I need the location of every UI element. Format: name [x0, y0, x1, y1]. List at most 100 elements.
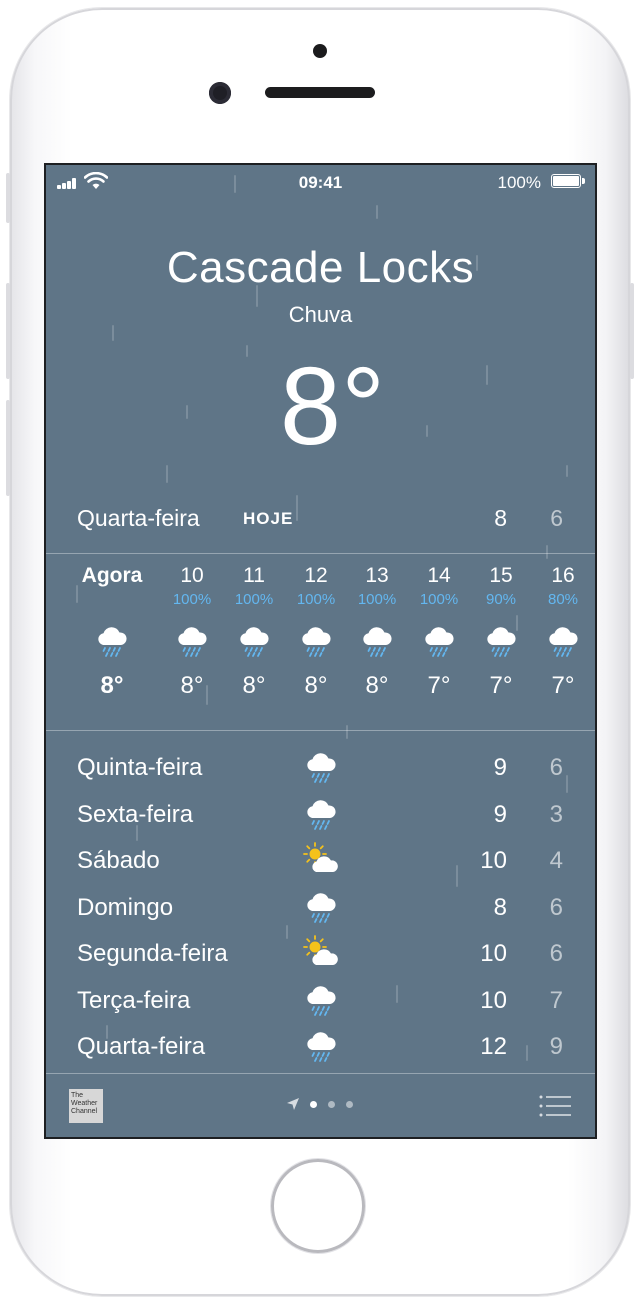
- daily-row: Sexta-feira 9 3: [46, 794, 595, 841]
- current-condition: Chuva: [288, 302, 353, 327]
- hour-temperature: 8°: [304, 672, 328, 699]
- hourly-item: 16 80% 7°: [532, 563, 594, 701]
- day-high: 10: [480, 986, 507, 1014]
- location-arrow-icon: [287, 1098, 299, 1110]
- day-low: 4: [549, 847, 563, 874]
- current-temperature: 8°: [279, 345, 386, 468]
- day-low: 6: [549, 893, 563, 921]
- rain-cloud-icon: [532, 619, 594, 663]
- partly-sunny-icon: [303, 842, 339, 878]
- today-high: 8: [494, 505, 507, 531]
- bottom-toolbar: The Weather Channel: [46, 1074, 595, 1137]
- front-camera: [209, 82, 231, 104]
- hour-temperature: 8°: [242, 672, 266, 699]
- day-name: Quarta-feira: [77, 1033, 206, 1060]
- hour-label: 16: [551, 564, 575, 587]
- hour-temperature: 8°: [100, 672, 124, 699]
- city-name: Cascade Locks: [166, 243, 475, 292]
- home-button[interactable]: [271, 1159, 365, 1253]
- day-low: 9: [549, 1033, 563, 1060]
- today-summary: Quarta-feira HOJE 8 6: [46, 505, 595, 537]
- day-name: Sexta-feira: [77, 800, 194, 828]
- divider: [46, 553, 595, 554]
- page-dot[interactable]: [346, 1101, 353, 1108]
- day-high: 9: [493, 754, 507, 781]
- hourly-item: 10 100% 8°: [161, 563, 223, 701]
- rain-cloud-icon: [303, 749, 339, 785]
- page-indicator[interactable]: [286, 1097, 366, 1111]
- rain-cloud-icon: [79, 619, 145, 663]
- hourly-item: Agora 8°: [79, 563, 145, 701]
- rain-cloud-icon: [161, 619, 223, 663]
- day-low: 6: [549, 754, 563, 781]
- daily-row: Terça-feira 10 7: [46, 980, 595, 1027]
- status-bar: 09:41 100%: [46, 165, 595, 199]
- mute-switch: [6, 173, 10, 223]
- daily-row: Segunda-feira 10 6: [46, 933, 595, 980]
- day-high: 9: [493, 800, 507, 828]
- hourly-item: 12 100% 8°: [285, 563, 347, 701]
- hourly-forecast[interactable]: Agora 8° 10 100% 8° 11 100% 8° 12 100% 8° 13 100% 8° 1…: [46, 563, 595, 733]
- rain-cloud-icon: [223, 619, 285, 663]
- day-high: 8: [493, 893, 507, 921]
- proximity-sensor: [313, 44, 327, 58]
- volume-down-button: [6, 400, 10, 496]
- hour-temperature: 7°: [427, 672, 451, 699]
- today-badge: HOJE: [243, 509, 294, 528]
- power-button: [630, 283, 634, 379]
- day-name: Quinta-feira: [77, 754, 203, 781]
- precipitation-chance: 80%: [547, 591, 579, 608]
- precipitation-chance: [79, 591, 145, 609]
- rain-cloud-icon: [303, 1028, 339, 1064]
- precipitation-chance: 100%: [357, 591, 397, 608]
- hour-label: 11: [243, 564, 265, 587]
- volume-up-button: [6, 283, 10, 379]
- day-low: 3: [549, 800, 563, 828]
- weather-screen: 09:41 100% Cascade Locks Chuva 8° Quarta…: [44, 163, 597, 1139]
- hour-temperature: 7°: [551, 672, 575, 699]
- day-low: 6: [549, 940, 563, 967]
- rain-cloud-icon: [470, 619, 532, 663]
- day-name: Domingo: [77, 893, 174, 921]
- daily-row: Sábado 10 4: [46, 840, 595, 887]
- rain-cloud-icon: [303, 982, 339, 1018]
- day-high: 10: [480, 847, 507, 874]
- hour-label: Agora: [81, 564, 143, 587]
- today-low: 6: [550, 505, 563, 531]
- partly-sunny-icon: [303, 935, 339, 971]
- daily-row: Domingo 8 6: [46, 887, 595, 934]
- hour-label: 12: [304, 564, 328, 587]
- daily-row: Quarta-feira 12 9: [46, 1026, 595, 1073]
- hourly-item: 11 100% 8°: [223, 563, 285, 701]
- daily-forecast[interactable]: Quinta-feira 9 6 Sexta-feira 9 3 Sábado 10 4 Domi…: [46, 747, 595, 1073]
- divider: [46, 730, 595, 731]
- precipitation-chance: 90%: [485, 591, 517, 608]
- hourly-item: 14 100% 7°: [408, 563, 470, 701]
- day-high: 12: [480, 1033, 507, 1060]
- day-low: 7: [549, 986, 563, 1014]
- hourly-item: 13 100% 8°: [346, 563, 408, 701]
- page-dot[interactable]: [310, 1101, 317, 1108]
- hour-label: 10: [180, 564, 204, 587]
- battery-percentage: 100%: [497, 173, 541, 192]
- precipitation-chance: 100%: [419, 591, 459, 608]
- precipitation-chance: 100%: [172, 591, 212, 608]
- day-name: Sábado: [77, 847, 160, 874]
- day-name: Terça-feira: [77, 986, 191, 1014]
- rain-cloud-icon: [285, 619, 347, 663]
- page-dot[interactable]: [328, 1101, 335, 1108]
- city-list-icon[interactable]: [539, 1095, 571, 1117]
- hour-label: 15: [489, 564, 513, 587]
- hour-temperature: 7°: [489, 672, 513, 699]
- hour-label: 14: [427, 564, 451, 587]
- hour-temperature: 8°: [365, 672, 389, 699]
- hourly-item: 15 90% 7°: [470, 563, 532, 701]
- rain-cloud-icon: [346, 619, 408, 663]
- hour-label: 13: [365, 564, 389, 587]
- earpiece-speaker: [265, 87, 375, 98]
- hour-temperature: 8°: [180, 672, 204, 699]
- battery-icon: [551, 174, 585, 188]
- rain-cloud-icon: [303, 796, 339, 832]
- rain-cloud-icon: [408, 619, 470, 663]
- weather-channel-logo[interactable]: The Weather Channel: [69, 1089, 103, 1123]
